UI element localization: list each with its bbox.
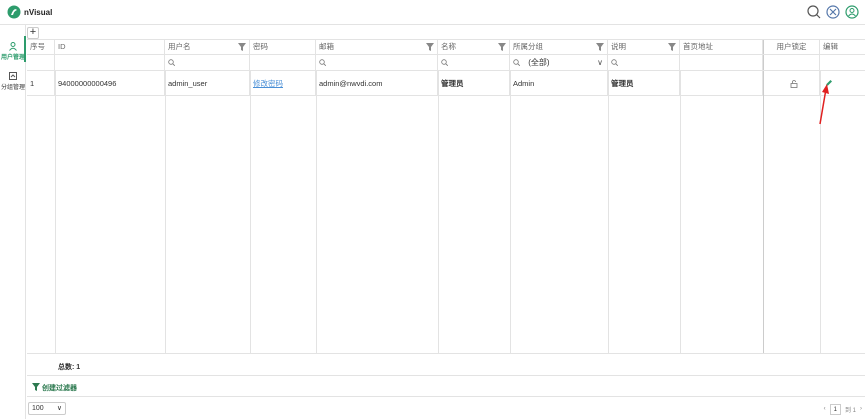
col-header-label: 所属分组	[513, 42, 543, 51]
filter-cell-lock	[763, 55, 820, 70]
filter-funnel-icon	[32, 383, 40, 391]
filter-cell-password	[250, 55, 316, 70]
chevron-down-icon: ∨	[56, 405, 62, 412]
col-header-group[interactable]: 所属分组	[510, 40, 608, 54]
filter-input-desc[interactable]	[608, 55, 680, 70]
prev-page-icon[interactable]: ‹	[824, 406, 826, 412]
cell-desc: 管理员	[608, 71, 680, 95]
sidebar: 用户管理 分组管理	[0, 25, 26, 419]
col-header-label: 用户名	[168, 42, 191, 51]
cell-seq: 1	[27, 71, 55, 95]
col-header-email[interactable]: 邮箱	[316, 40, 438, 54]
col-header-username[interactable]: 用户名	[165, 40, 250, 54]
cell-password: 修改密码	[250, 71, 316, 95]
col-header-homepage[interactable]: 首页地址	[680, 40, 763, 54]
col-header-label: 说明	[611, 42, 626, 51]
filter-funnel-icon[interactable]	[238, 43, 246, 51]
filter-cell-seq	[27, 55, 55, 70]
sidebar-item-group-management[interactable]: 分组管理	[0, 66, 26, 92]
search-icon	[319, 59, 326, 67]
search-icon	[441, 59, 448, 67]
sidebar-item-user-management[interactable]: 用户管理	[0, 36, 26, 62]
user-avatar-icon[interactable]	[845, 5, 859, 19]
search-icon	[168, 59, 175, 67]
col-header-label: 邮箱	[319, 42, 334, 51]
search-icon	[611, 59, 618, 67]
group-filter-value: (全部)	[528, 58, 550, 67]
filter-funnel-icon[interactable]	[426, 43, 434, 51]
filter-funnel-icon[interactable]	[596, 43, 604, 51]
cell-id: 94000000000496	[55, 71, 165, 95]
cell-username: admin_user	[165, 71, 250, 95]
settings-icon[interactable]	[826, 5, 840, 19]
group-icon	[9, 72, 17, 80]
filter-input-email[interactable]	[316, 55, 438, 70]
col-header-label: 名称	[441, 42, 456, 51]
pagination: ‹ 1 到 1 ›	[824, 402, 862, 416]
col-header-seq[interactable]: 序号	[27, 40, 55, 54]
filter-row: (全部) ∨	[27, 55, 865, 71]
search-icon[interactable]	[807, 5, 821, 19]
col-header-user-lock[interactable]: 用户锁定	[763, 40, 820, 54]
main-content: + 序号 ID 用户名 密码 邮箱 名称 所属分组 说明 首页地址 用户锁定 编…	[27, 25, 865, 419]
col-header-edit[interactable]: 编辑	[820, 40, 865, 54]
filter-funnel-icon[interactable]	[498, 43, 506, 51]
cell-name: 管理员	[438, 71, 510, 95]
filter-funnel-icon[interactable]	[668, 43, 676, 51]
cell-group: Admin	[510, 71, 608, 95]
page-input[interactable]: 1	[829, 403, 841, 415]
filter-input-username[interactable]	[165, 55, 250, 70]
total-count: 总数: 1	[58, 364, 81, 371]
col-header-id[interactable]: ID	[55, 40, 165, 54]
col-header-desc[interactable]: 说明	[608, 40, 680, 54]
app-title: nVisual	[24, 8, 53, 17]
cell-homepage	[680, 71, 763, 95]
table-row[interactable]: 1 94000000000496 admin_user 修改密码 admin@n…	[27, 71, 865, 96]
add-button[interactable]: +	[27, 27, 39, 39]
page-size-select[interactable]: 100 ∨	[28, 402, 66, 415]
cell-user-lock	[763, 71, 820, 95]
table-header: 序号 ID 用户名 密码 邮箱 名称 所属分组 说明 首页地址 用户锁定 编辑	[27, 40, 865, 55]
col-header-password[interactable]: 密码	[250, 40, 316, 54]
top-bar: nVisual	[0, 0, 865, 25]
filter-cell-id	[55, 55, 165, 70]
filter-bar[interactable]: 创建过滤器	[27, 376, 865, 397]
create-filter-button[interactable]: 创建过滤器	[42, 383, 77, 393]
user-icon	[9, 42, 17, 51]
next-page-icon[interactable]: ›	[860, 406, 862, 412]
chevron-down-icon[interactable]: ∨	[597, 55, 603, 70]
sidebar-item-label: 分组管理	[0, 85, 25, 91]
filter-cell-edit	[820, 55, 865, 70]
annotation-arrow-icon	[819, 84, 829, 125]
user-table: 序号 ID 用户名 密码 邮箱 名称 所属分组 说明 首页地址 用户锁定 编辑 …	[27, 39, 865, 354]
unlock-icon[interactable]	[790, 80, 798, 88]
col-header-name[interactable]: 名称	[438, 40, 510, 54]
sidebar-item-label: 用户管理	[0, 55, 25, 61]
search-icon	[513, 59, 520, 67]
nvisual-logo-icon	[7, 5, 21, 19]
filter-input-name[interactable]	[438, 55, 510, 70]
page-of-label: 到 1	[844, 407, 856, 414]
summary-bar: 总数: 1	[27, 353, 865, 376]
cell-email: admin@nwvdi.com	[316, 71, 438, 95]
filter-cell-homepage	[680, 55, 763, 70]
change-password-link[interactable]: 修改密码	[253, 79, 283, 88]
filter-select-group[interactable]: (全部) ∨	[510, 55, 608, 70]
page-size-value: 100	[32, 405, 44, 412]
